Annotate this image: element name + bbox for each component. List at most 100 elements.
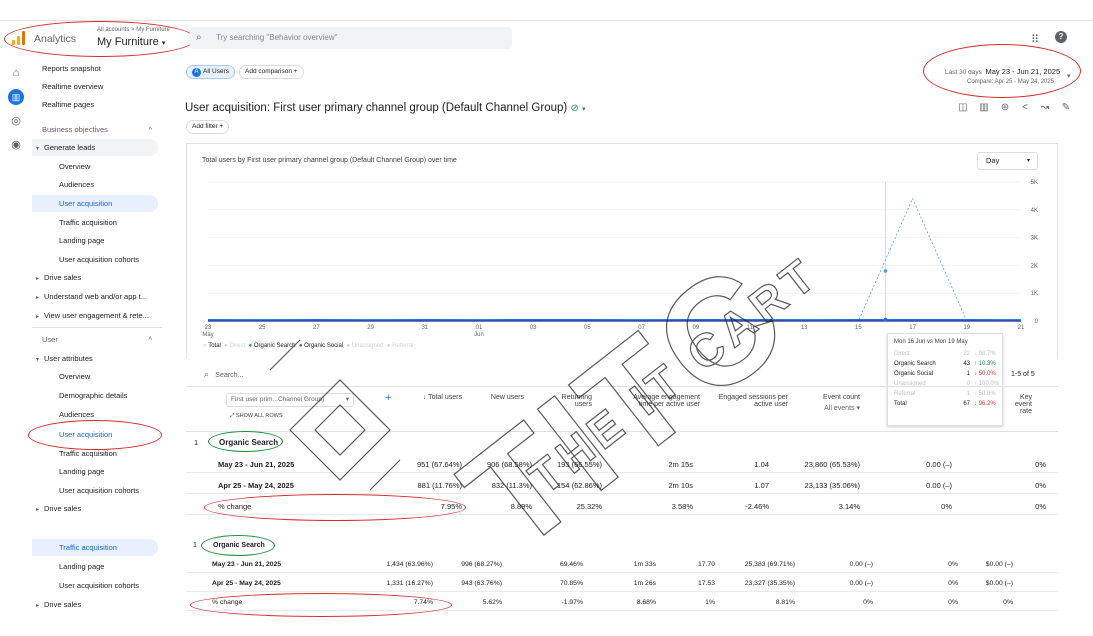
show-all-rows-button[interactable]: ⤢ SHOW ALL ROWS [230, 413, 283, 420]
help-icon[interactable]: ? [1055, 31, 1067, 43]
granularity-select[interactable]: Day ▾ [977, 152, 1038, 170]
plus-icon: + [293, 68, 298, 75]
apps-grid-icon[interactable]: ⠿ [1031, 33, 1039, 46]
sidebar-item-gl-overview[interactable]: Overview [32, 158, 170, 175]
sidebar-item-ua-cohorts[interactable]: User acquisition cohorts [32, 482, 170, 499]
sidebar-item-drive-sales[interactable]: ▸ Drive sales [32, 269, 170, 286]
col-header-event-count[interactable]: Event count All events ▾ [800, 394, 860, 412]
sidebar-item-lower-landing-page[interactable]: Landing page [32, 558, 170, 575]
compare-icon[interactable]: ▥ [978, 102, 990, 114]
sidebar-item-reports-snapshot[interactable]: Reports snapshot [32, 60, 170, 77]
sidebar-item-ua-traffic-acquisition[interactable]: Traffic acquisition [32, 445, 170, 462]
sidebar-item-ua-user-acquisition[interactable]: User acquisition [32, 426, 170, 443]
date-range-picker[interactable]: Last 30 days May 23 - Jun 21, 2025 Compa… [945, 67, 1070, 85]
tooltip-row: Referral 1 ↓ 50.0% [894, 391, 996, 401]
sidebar-item-drive-sales-2[interactable]: ▸ Drive sales [32, 500, 170, 517]
sidebar-item-lower-cohorts[interactable]: User acquisition cohorts [32, 577, 170, 594]
col-header-new-users[interactable]: New users [470, 394, 524, 401]
table-cell: 23,860 (65.53%) [804, 459, 860, 469]
note-icon[interactable]: ◫ [957, 102, 969, 114]
tooltip-rows: Direct 22 ↓ 98.7% Organic Search 43 ↑ 10.3% Or… [894, 351, 999, 411]
x-month-label: May [202, 332, 213, 338]
property-selector[interactable]: My Furniture ▾ [97, 36, 165, 48]
account-breadcrumb[interactable]: All accounts > My Furniture [97, 27, 170, 33]
add-comparison-button[interactable]: Add comparison + [239, 65, 304, 79]
sidebar-item-gl-traffic-acquisition[interactable]: Traffic acquisition [32, 214, 170, 231]
add-filter-button[interactable]: Add filter + [186, 120, 230, 134]
sidebar: Reports snapshot Realtime overview Realt… [32, 56, 170, 636]
home-icon[interactable]: ⌂ [9, 66, 23, 80]
x-tick-label: 11 [747, 325, 754, 331]
legend-unassigned[interactable]: ● Unassigned [347, 343, 384, 349]
sidebar-item-realtime-pages[interactable]: Realtime pages [32, 96, 170, 113]
caret-right-icon: ▸ [36, 276, 40, 282]
tooltip-row-change: ↓ 98.7% [974, 351, 996, 357]
x-tick-label: 13 [801, 325, 808, 331]
tooltip-row: Organic Search 43 ↑ 10.3% [894, 361, 996, 371]
col-header-total-users[interactable]: ↓ Total users [400, 394, 462, 401]
table-search[interactable]: ⌕ Search... [204, 369, 374, 383]
col-header-key-event-rate[interactable]: Key event rate [1004, 394, 1032, 415]
add-dimension-button[interactable]: + [385, 392, 391, 404]
sidebar-item-realtime-overview[interactable]: Realtime overview [32, 78, 170, 95]
table-cell: 3.58% [671, 501, 693, 511]
table-cell: 2m 10s [668, 480, 693, 490]
divider [32, 327, 162, 328]
sidebar-section-business-objectives[interactable]: Business objectives ^ [32, 121, 170, 138]
advertising-icon[interactable]: ◉ [9, 138, 23, 152]
legend-direct[interactable]: ● Direct [224, 343, 245, 349]
reports-icon[interactable]: ▥ [8, 89, 24, 105]
legend-referral[interactable]: ● Referral [387, 343, 414, 349]
table-cell: 0% [1003, 598, 1013, 606]
sidebar-item-gl-audiences[interactable]: Audiences [32, 176, 170, 193]
channel-name[interactable]: Organic Search [213, 542, 265, 549]
caret-right-icon: ▸ [36, 603, 40, 609]
tooltip-row-change: ↓ 96.2% [974, 401, 996, 407]
caret-down-icon: ▾ [36, 146, 40, 152]
col-header-avg-engagement[interactable]: Average engagement time per active user [620, 394, 700, 408]
compare-point [883, 269, 888, 273]
dimension-select[interactable]: First user prim...Channel Group) ▾ [226, 393, 354, 407]
x-tick-label: 19 [963, 325, 970, 331]
sidebar-item-ua-landing-page[interactable]: Landing page [32, 463, 170, 480]
sidebar-item-ua-overview[interactable]: Overview [32, 368, 170, 385]
trend-icon[interactable]: ↝ [1039, 102, 1051, 114]
chevron-down-icon[interactable]: ▾ [582, 106, 586, 113]
sidebar-item-drive-sales-3[interactable]: ▸ Drive sales [32, 596, 170, 613]
col-header-returning-users[interactable]: Returning users [552, 394, 592, 408]
x-tick-label: 29 [367, 325, 374, 331]
share-icon[interactable]: < [1019, 102, 1031, 114]
sidebar-item-gl-cohorts[interactable]: User acquisition cohorts [32, 251, 170, 268]
tooltip-row: Total 67 ↓ 96.2% [894, 401, 996, 411]
sidebar-item-user-attributes[interactable]: ▾ User attributes [32, 350, 170, 367]
sidebar-item-generate-leads[interactable]: ▾ Generate leads [32, 139, 158, 156]
x-tick-label: 03 [530, 325, 537, 331]
sidebar-item-understand[interactable]: ▸ Understand web and/or app t... [32, 288, 170, 305]
edit-icon[interactable]: ✎ [1060, 102, 1072, 114]
row-label: Apr 25 - May 24, 2025 [212, 579, 281, 587]
hover-point [883, 317, 888, 322]
insights-icon[interactable]: ⊛ [999, 102, 1011, 114]
chevron-down-icon[interactable]: ▾ [1067, 72, 1071, 80]
caret-right-icon: ▸ [36, 314, 40, 320]
sidebar-section-user[interactable]: User ^ [32, 331, 170, 348]
sidebar-item-gl-landing-page[interactable]: Landing page [32, 232, 170, 249]
table-cell: -2.46% [745, 501, 769, 511]
explore-icon[interactable]: ◎ [9, 114, 23, 128]
segment-chip-all-users[interactable]: A All Users [186, 65, 236, 79]
search-bar[interactable]: ⌕ Try searching "Behavior overview" [190, 27, 512, 49]
tooltip-row-name: Organic Search [894, 361, 936, 367]
sidebar-item-gl-user-acquisition[interactable]: User acquisition [32, 195, 158, 212]
sidebar-item-ua-audiences[interactable]: Audiences [32, 406, 170, 423]
sidebar-item-ua-demographics[interactable]: Demographic details [32, 387, 170, 404]
legend-total[interactable]: ○ Total [203, 343, 221, 349]
sidebar-item-view-engagement[interactable]: ▸ View user engagement & rete... [32, 307, 170, 324]
table-cell: 0% [1035, 501, 1046, 511]
sidebar-item-lower-traffic-acquisition[interactable]: Traffic acquisition [32, 539, 158, 556]
tooltip-row-name: Total [894, 401, 907, 407]
col-header-engaged-sessions[interactable]: Engaged sessions per active user [718, 394, 788, 408]
table-cell: 951 (67.64%) [416, 459, 462, 469]
legend-organic-social[interactable]: ● Organic Social [299, 343, 343, 349]
channel-name[interactable]: Organic Search [219, 438, 278, 447]
legend-organic-search[interactable]: ● Organic Search [249, 343, 296, 349]
